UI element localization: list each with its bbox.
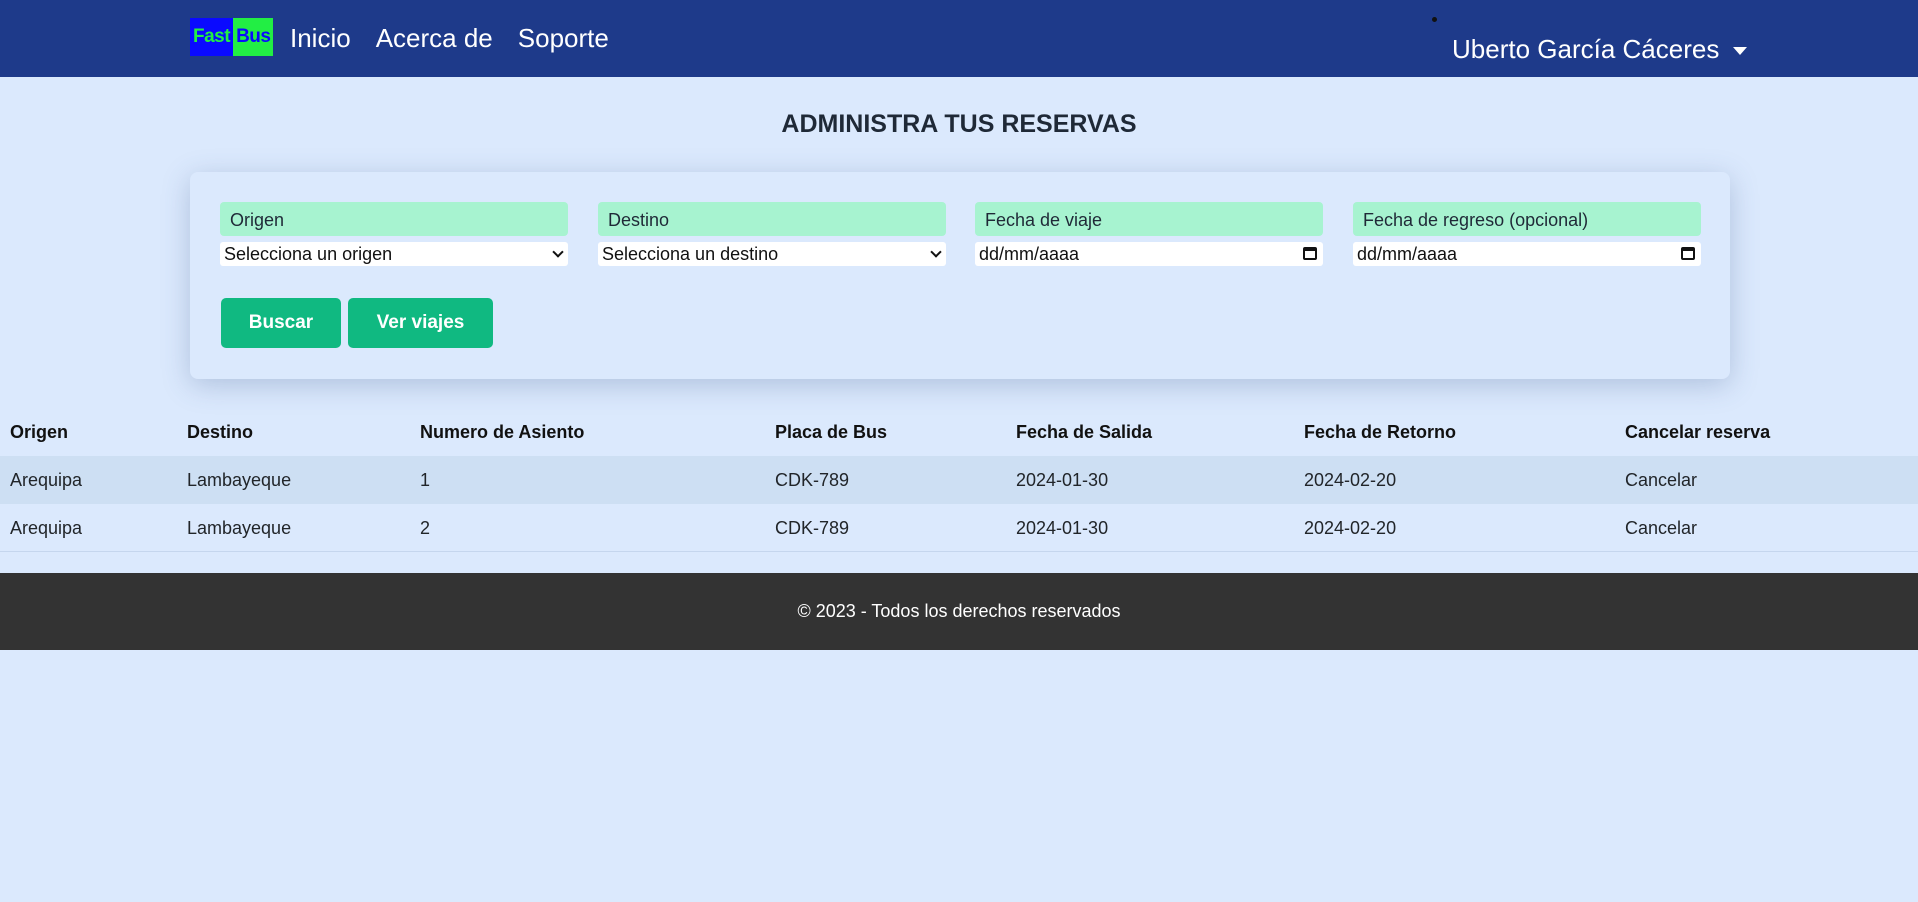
nav-link-inicio[interactable]: Inicio xyxy=(290,0,351,77)
table-row: Arequipa Lambayeque 1 CDK-789 2024-01-30… xyxy=(0,456,1918,504)
user-dropdown[interactable]: Uberto García Cáceres xyxy=(1452,34,1748,65)
origin-select-value: Selecciona un origen xyxy=(224,244,393,264)
user-name: Uberto García Cáceres xyxy=(1452,34,1720,64)
column-header-destino: Destino xyxy=(187,422,254,442)
column-header-asiento: Numero de Asiento xyxy=(420,422,585,442)
cell-destino: Lambayeque xyxy=(187,518,292,538)
destination-field: Destino Selecciona un destino xyxy=(598,202,946,266)
nav-link-acerca-de[interactable]: Acerca de xyxy=(376,0,493,77)
origin-field: Origen Selecciona un origen xyxy=(220,202,568,266)
cell-placa: CDK-789 xyxy=(775,518,850,538)
return-date-field: Fecha de regreso (opcional) dd/mm/aaaa xyxy=(1353,202,1701,266)
destination-label: Destino xyxy=(598,202,946,236)
nav-dot xyxy=(1432,17,1437,22)
travel-date-placeholder: dd/mm/aaaa xyxy=(979,244,1080,264)
search-button[interactable]: Buscar xyxy=(221,298,341,348)
nav-links: Inicio Acerca de Soporte xyxy=(290,0,634,77)
cancel-reservation-link[interactable]: Cancelar xyxy=(1625,456,1697,504)
logo-part-fast: Fast xyxy=(190,18,234,56)
table-header-row: Origen Destino Numero de Asiento Placa d… xyxy=(0,408,1918,456)
cell-asiento: 2 xyxy=(420,518,431,538)
return-date-input[interactable]: dd/mm/aaaa xyxy=(1353,242,1701,266)
search-card: Origen Selecciona un origen Destino Sele… xyxy=(190,172,1730,379)
column-header-placa: Placa de Bus xyxy=(775,422,888,442)
cell-asiento: 1 xyxy=(420,470,431,490)
cell-destino: Lambayeque xyxy=(187,470,292,490)
chevron-down-icon xyxy=(552,246,564,258)
chevron-down-icon xyxy=(930,246,942,258)
cancel-reservation-link[interactable]: Cancelar xyxy=(1625,504,1697,552)
travel-date-field: Fecha de viaje dd/mm/aaaa xyxy=(975,202,1323,266)
cell-fecha-retorno: 2024-02-20 xyxy=(1304,518,1397,538)
column-header-origen: Origen xyxy=(10,422,69,442)
cell-origen: Arequipa xyxy=(10,470,83,490)
nav-link-soporte[interactable]: Soporte xyxy=(518,0,609,77)
table-row: Arequipa Lambayeque 2 CDK-789 2024-01-30… xyxy=(0,504,1918,552)
logo-part-bus: Bus xyxy=(233,18,274,56)
page-title: ADMINISTRA TUS RESERVAS xyxy=(781,110,1137,138)
view-trips-button[interactable]: Ver viajes xyxy=(348,298,493,348)
reservations-table: Origen Destino Numero de Asiento Placa d… xyxy=(0,408,1918,552)
cell-origen: Arequipa xyxy=(10,518,83,538)
footer: © 2023 - Todos los derechos reservados xyxy=(0,573,1918,650)
cell-fecha-salida: 2024-01-30 xyxy=(1016,518,1109,538)
column-header-fecha-retorno: Fecha de Retorno xyxy=(1304,422,1457,442)
origin-select[interactable]: Selecciona un origen xyxy=(220,242,568,266)
travel-date-label: Fecha de viaje xyxy=(975,202,1323,236)
caret-down-icon xyxy=(1733,46,1748,55)
footer-copyright: © 2023 - Todos los derechos reservados xyxy=(797,601,1121,621)
cell-fecha-salida: 2024-01-30 xyxy=(1016,470,1109,490)
calendar-icon[interactable] xyxy=(1681,247,1695,260)
destination-select[interactable]: Selecciona un destino xyxy=(598,242,946,266)
cell-fecha-retorno: 2024-02-20 xyxy=(1304,470,1397,490)
calendar-icon[interactable] xyxy=(1303,247,1317,260)
return-date-label: Fecha de regreso (opcional) xyxy=(1353,202,1701,236)
column-header-cancelar: Cancelar reserva xyxy=(1625,422,1771,442)
return-date-placeholder: dd/mm/aaaa xyxy=(1357,244,1458,264)
cell-placa: CDK-789 xyxy=(775,470,850,490)
top-navbar: Fast Bus Inicio Acerca de Soporte Uberto… xyxy=(0,0,1918,77)
column-header-fecha-salida: Fecha de Salida xyxy=(1016,422,1153,442)
travel-date-input[interactable]: dd/mm/aaaa xyxy=(975,242,1323,266)
origin-label: Origen xyxy=(220,202,568,236)
destination-select-value: Selecciona un destino xyxy=(602,244,779,264)
fastbus-logo[interactable]: Fast Bus xyxy=(190,18,274,56)
